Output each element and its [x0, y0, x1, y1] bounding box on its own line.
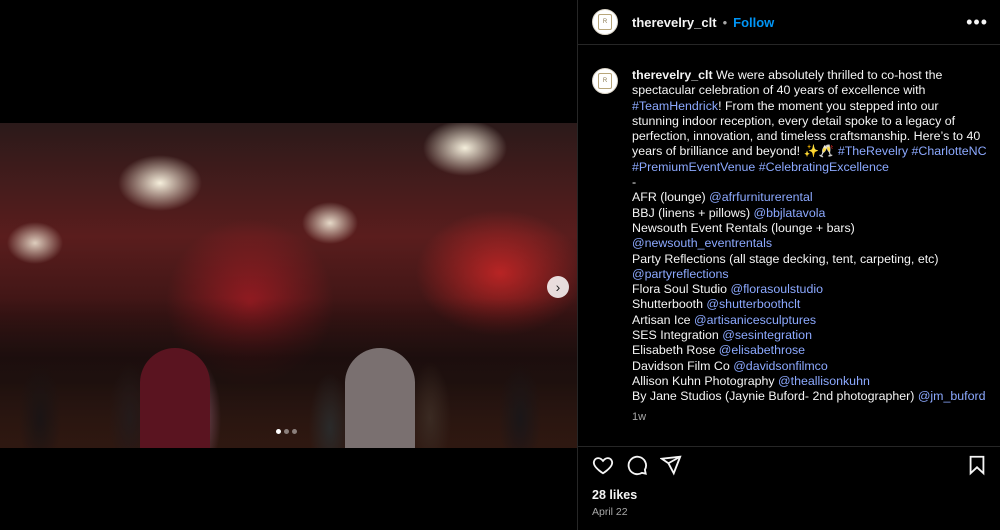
caption-text: ! From the moment you stepped into our [718, 98, 939, 113]
caption-line: SES Integration @sesintegration [632, 328, 988, 343]
share-icon[interactable] [660, 454, 682, 476]
caption-text: perfection, innovation, and timeless cra… [632, 129, 981, 144]
caption-link[interactable]: @davidsonfilmco [733, 359, 828, 373]
caption-link[interactable]: #CharlotteNC [912, 144, 987, 158]
caption-line: #PremiumEventVenue #CelebratingExcellenc… [632, 160, 988, 175]
comment-icon[interactable] [626, 454, 648, 476]
carousel-dots [276, 429, 297, 434]
caption-line: stunning indoor reception, every detail … [632, 114, 988, 129]
caption-line: #TeamHendrick! From the moment you stepp… [632, 99, 988, 114]
caption-text: BBJ (linens + pillows) [632, 205, 754, 220]
post-caption: therevelry_clt We were absolutely thrill… [632, 68, 988, 405]
caption-line: spectacular celebration of 40 years of e… [632, 83, 988, 98]
avatar[interactable]: R [592, 9, 618, 35]
more-options-icon[interactable]: ••• [966, 12, 988, 33]
post-media: › [0, 0, 577, 530]
caption-line: years of brilliance and beyond! ✨🥂 #TheR… [632, 144, 988, 159]
caption-text: stunning indoor reception, every detail … [632, 113, 956, 128]
caption-line: Elisabeth Rose @elisabethrose [632, 343, 988, 358]
carousel-dot [284, 429, 289, 434]
post-date: April 22 [592, 506, 628, 518]
caption-text: By Jane Studios (Jaynie Buford- 2nd phot… [632, 389, 918, 404]
caption-username[interactable]: therevelry_clt [632, 68, 713, 82]
photo-crowd [0, 298, 577, 448]
likes-count[interactable]: 28 likes [592, 488, 637, 502]
caption-link[interactable]: @sesintegration [722, 328, 812, 342]
caption-text: Newsouth Event Rentals (lounge + bars) [632, 220, 855, 235]
caption-text: - [632, 175, 637, 190]
brand-logo-icon: R [598, 14, 612, 30]
caption-link[interactable]: @shutterboothclt [706, 297, 800, 311]
caption-line: Shutterbooth @shutterboothclt [632, 297, 988, 312]
caption-link[interactable]: @jm_buford [918, 389, 986, 403]
post-side-panel: R therevelry_clt • Follow ••• R therevel… [577, 0, 1000, 530]
caption-text: Flora Soul Studio [632, 282, 731, 297]
caption-line: Party Reflections (all stage decking, te… [632, 252, 988, 267]
caption-text: Davidson Film Co [632, 358, 734, 373]
caption-text: Party Reflections (all stage decking, te… [632, 251, 939, 266]
caption-link[interactable]: #TeamHendrick [632, 99, 718, 113]
caption-line: Newsouth Event Rentals (lounge + bars) [632, 221, 988, 236]
caption-line: By Jane Studios (Jaynie Buford- 2nd phot… [632, 389, 988, 404]
caption-row: R therevelry_clt We were absolutely thri… [578, 45, 1000, 405]
chevron-right-icon: › [555, 279, 561, 295]
caption-text: Elisabeth Rose [632, 343, 719, 358]
caption-line: @newsouth_eventrentals [632, 236, 988, 251]
caption-link[interactable]: @newsouth_eventrentals [632, 236, 772, 250]
caption-line: Artisan Ice @artisanicesculptures [632, 313, 988, 328]
caption-line: perfection, innovation, and timeless cra… [632, 129, 988, 144]
caption-link[interactable]: @artisanicesculptures [694, 313, 816, 327]
caption-text: years of brilliance and beyond! ✨🥂 [632, 144, 838, 159]
caption-link[interactable]: @afrfurniturerental [709, 190, 813, 204]
caption-link[interactable]: @bbjlatavola [754, 206, 826, 220]
caption-line: BBJ (linens + pillows) @bbjlatavola [632, 206, 988, 221]
action-bar [578, 446, 1000, 482]
caption-line: AFR (lounge) @afrfurniturerental [632, 190, 988, 205]
caption-link[interactable]: @elisabethrose [719, 343, 805, 357]
caption-line: therevelry_clt We were absolutely thrill… [632, 68, 988, 83]
carousel-dot [292, 429, 297, 434]
caption-link[interactable]: #CelebratingExcellence [759, 160, 889, 174]
caption-line: Davidson Film Co @davidsonfilmco [632, 359, 988, 374]
caption-text: spectacular celebration of 40 years of e… [632, 83, 926, 98]
caption-link[interactable]: @partyreflections [632, 267, 729, 281]
caption-text: We were absolutely thrilled to co-host t… [712, 68, 943, 82]
caption-text: Shutterbooth [632, 297, 707, 312]
caption-link[interactable]: #TheRevelry [838, 144, 908, 158]
caption-text: SES Integration [632, 328, 723, 343]
caption-line: @partyreflections [632, 267, 988, 282]
caption-line: Allison Kuhn Photography @theallisonkuhn [632, 374, 988, 389]
caption-avatar[interactable]: R [592, 68, 618, 94]
header-separator: • [722, 14, 728, 30]
photo-table-left [140, 348, 210, 448]
caption-text: AFR (lounge) [632, 190, 710, 205]
caption-text: Artisan Ice [632, 312, 694, 327]
caption-link[interactable]: @florasoulstudio [731, 282, 823, 296]
caption-link[interactable]: #PremiumEventVenue [632, 160, 755, 174]
photo-table-center [345, 348, 415, 448]
carousel-dot [276, 429, 281, 434]
post-photo[interactable] [0, 123, 577, 448]
follow-button[interactable]: Follow [733, 15, 774, 30]
heart-icon[interactable] [592, 454, 614, 476]
carousel-next-button[interactable]: › [547, 276, 569, 298]
caption-text: Allison Kuhn Photography [632, 373, 779, 388]
post-time-ago: 1w [632, 410, 647, 423]
bookmark-icon[interactable] [966, 454, 988, 476]
brand-logo-icon: R [598, 73, 612, 89]
caption-line: - [632, 175, 988, 190]
post-header: R therevelry_clt • Follow ••• [578, 0, 1000, 45]
caption-link[interactable]: @theallisonkuhn [778, 374, 870, 388]
header-username[interactable]: therevelry_clt [632, 15, 717, 30]
caption-line: Flora Soul Studio @florasoulstudio [632, 282, 988, 297]
